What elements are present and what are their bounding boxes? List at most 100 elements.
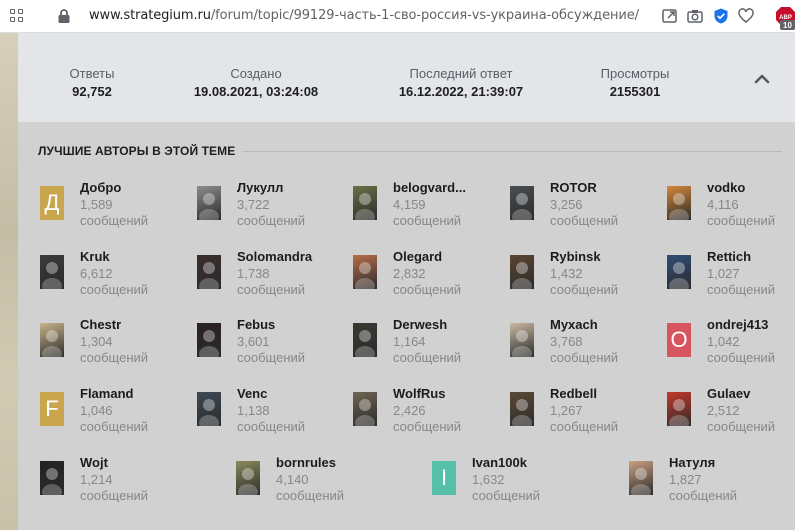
author-avatar[interactable] bbox=[667, 392, 691, 426]
author-avatar[interactable] bbox=[40, 461, 64, 495]
url-domain: www.strategium.ru bbox=[89, 8, 211, 23]
url-path: /forum/topic/99129-часть-1-сво-россия-vs… bbox=[210, 8, 639, 23]
author-avatar[interactable] bbox=[510, 323, 534, 357]
author-item[interactable]: belogvard... 4,159 сообщений bbox=[353, 180, 503, 228]
author-name[interactable]: Solomandra bbox=[237, 249, 312, 264]
author-item[interactable]: Chestr 1,304 сообщений bbox=[40, 317, 190, 365]
author-name[interactable]: belogvard... bbox=[393, 180, 466, 195]
author-name[interactable]: Flamand bbox=[80, 386, 133, 401]
author-item[interactable]: vodko 4,116 сообщений bbox=[667, 180, 795, 228]
author-avatar[interactable] bbox=[40, 323, 64, 357]
author-avatar[interactable] bbox=[197, 392, 221, 426]
author-avatar[interactable] bbox=[197, 255, 221, 289]
author-name[interactable]: Redbell bbox=[550, 386, 597, 401]
address-bar-url[interactable]: www.strategium.ru/forum/topic/99129-част… bbox=[89, 8, 639, 23]
author-item[interactable]: ROTOR 3,256 сообщений bbox=[510, 180, 660, 228]
author-name[interactable]: Добро bbox=[80, 180, 121, 195]
author-name[interactable]: Kruk bbox=[80, 249, 110, 264]
author-item[interactable]: Solomandra 1,738 сообщений bbox=[197, 249, 347, 297]
author-post-unit: сообщений bbox=[393, 419, 462, 434]
ext-badge: 10 bbox=[783, 21, 792, 30]
camera-icon[interactable] bbox=[686, 7, 704, 25]
author-avatar[interactable] bbox=[236, 461, 260, 495]
author-post-count: 1,267 bbox=[550, 403, 583, 418]
author-item[interactable]: I Ivan100k 1,632 сообщений bbox=[432, 455, 582, 503]
author-post-unit: сообщений bbox=[276, 488, 345, 503]
author-post-count: 1,827 bbox=[669, 472, 702, 487]
author-name[interactable]: Rettich bbox=[707, 249, 751, 264]
author-item[interactable]: Derwesh 1,164 сообщений bbox=[353, 317, 503, 365]
author-avatar[interactable]: I bbox=[432, 461, 456, 495]
author-name[interactable]: WolfRus bbox=[393, 386, 445, 401]
heart-icon[interactable] bbox=[737, 7, 755, 25]
author-name[interactable]: Rybinsk bbox=[550, 249, 601, 264]
author-name[interactable]: Ivan100k bbox=[472, 455, 527, 470]
author-name[interactable]: bornrules bbox=[276, 455, 336, 470]
adblock-extension-icon[interactable]: ABP 10 bbox=[776, 6, 795, 30]
author-avatar[interactable] bbox=[353, 255, 377, 289]
author-item[interactable]: F Flamand 1,046 сообщений bbox=[40, 386, 190, 434]
author-avatar[interactable] bbox=[197, 323, 221, 357]
author-name[interactable]: Wojt bbox=[80, 455, 108, 470]
author-name[interactable]: Venc bbox=[237, 386, 267, 401]
author-item[interactable]: Лукулл 3,722 сообщений bbox=[197, 180, 347, 228]
author-avatar[interactable] bbox=[353, 392, 377, 426]
author-avatar[interactable]: Д bbox=[40, 186, 64, 220]
author-avatar[interactable] bbox=[353, 323, 377, 357]
author-avatar[interactable]: O bbox=[667, 323, 691, 357]
author-post-unit: сообщений bbox=[237, 282, 306, 297]
author-name[interactable]: Gulaev bbox=[707, 386, 750, 401]
stat-views: Просмотры 2155301 bbox=[585, 66, 685, 99]
author-post-unit: сообщений bbox=[80, 419, 149, 434]
author-avatar[interactable] bbox=[510, 392, 534, 426]
chevron-up-icon[interactable] bbox=[754, 73, 770, 85]
author-name[interactable]: ondrej413 bbox=[707, 317, 768, 332]
author-name[interactable]: Derwesh bbox=[393, 317, 447, 332]
author-avatar[interactable]: F bbox=[40, 392, 64, 426]
stat-views-value: 2155301 bbox=[609, 84, 661, 99]
author-item[interactable]: WolfRus 2,426 сообщений bbox=[353, 386, 503, 434]
author-name[interactable]: Febus bbox=[237, 317, 275, 332]
shield-check-icon[interactable] bbox=[712, 7, 730, 25]
author-name[interactable]: Chestr bbox=[80, 317, 121, 332]
stat-created-label: Создано bbox=[230, 66, 282, 81]
author-avatar[interactable] bbox=[40, 255, 64, 289]
author-item[interactable]: Febus 3,601 сообщений bbox=[197, 317, 347, 365]
author-item[interactable]: Venc 1,138 сообщений bbox=[197, 386, 347, 434]
lock-icon[interactable] bbox=[57, 8, 71, 24]
author-avatar[interactable] bbox=[667, 186, 691, 220]
author-item[interactable]: bornrules 4,140 сообщений bbox=[236, 455, 386, 503]
author-avatar[interactable] bbox=[629, 461, 653, 495]
author-post-unit: сообщений bbox=[550, 213, 619, 228]
author-avatar[interactable] bbox=[197, 186, 221, 220]
author-avatar[interactable] bbox=[510, 186, 534, 220]
author-name[interactable]: vodko bbox=[707, 180, 745, 195]
author-item[interactable]: Rettich 1,027 сообщений bbox=[667, 249, 795, 297]
author-name[interactable]: Натуля bbox=[669, 455, 715, 470]
author-post-unit: сообщений bbox=[550, 350, 619, 365]
author-item[interactable]: Kruk 6,612 сообщений bbox=[40, 249, 190, 297]
author-post-count: 1,432 bbox=[550, 266, 583, 281]
author-post-unit: сообщений bbox=[550, 282, 619, 297]
author-item[interactable]: Д Добро 1,589 сообщений bbox=[40, 180, 190, 228]
author-avatar[interactable] bbox=[510, 255, 534, 289]
author-item[interactable]: Wojt 1,214 сообщений bbox=[40, 455, 190, 503]
author-item[interactable]: Oondrej413 1,042 сообщений bbox=[667, 317, 795, 365]
apps-grid-icon[interactable] bbox=[10, 9, 24, 23]
author-name[interactable]: Лукулл bbox=[237, 180, 283, 195]
author-item[interactable]: Натуля 1,827 сообщений bbox=[629, 455, 779, 503]
author-name[interactable]: Myxach bbox=[550, 317, 598, 332]
open-in-app-icon[interactable] bbox=[661, 7, 679, 25]
author-item[interactable]: Gulaev 2,512 сообщений bbox=[667, 386, 795, 434]
author-item[interactable]: Olegard 2,832 сообщений bbox=[353, 249, 503, 297]
author-name[interactable]: Olegard bbox=[393, 249, 442, 264]
author-item[interactable]: Redbell 1,267 сообщений bbox=[510, 386, 660, 434]
page-background-strip bbox=[0, 33, 18, 530]
author-avatar[interactable] bbox=[667, 255, 691, 289]
author-item[interactable]: Myxach 3,768 сообщений bbox=[510, 317, 660, 365]
stat-answers-value: 92,752 bbox=[72, 84, 112, 99]
author-post-count: 3,601 bbox=[237, 334, 270, 349]
author-name[interactable]: ROTOR bbox=[550, 180, 597, 195]
author-avatar[interactable] bbox=[353, 186, 377, 220]
author-item[interactable]: Rybinsk 1,432 сообщений bbox=[510, 249, 660, 297]
